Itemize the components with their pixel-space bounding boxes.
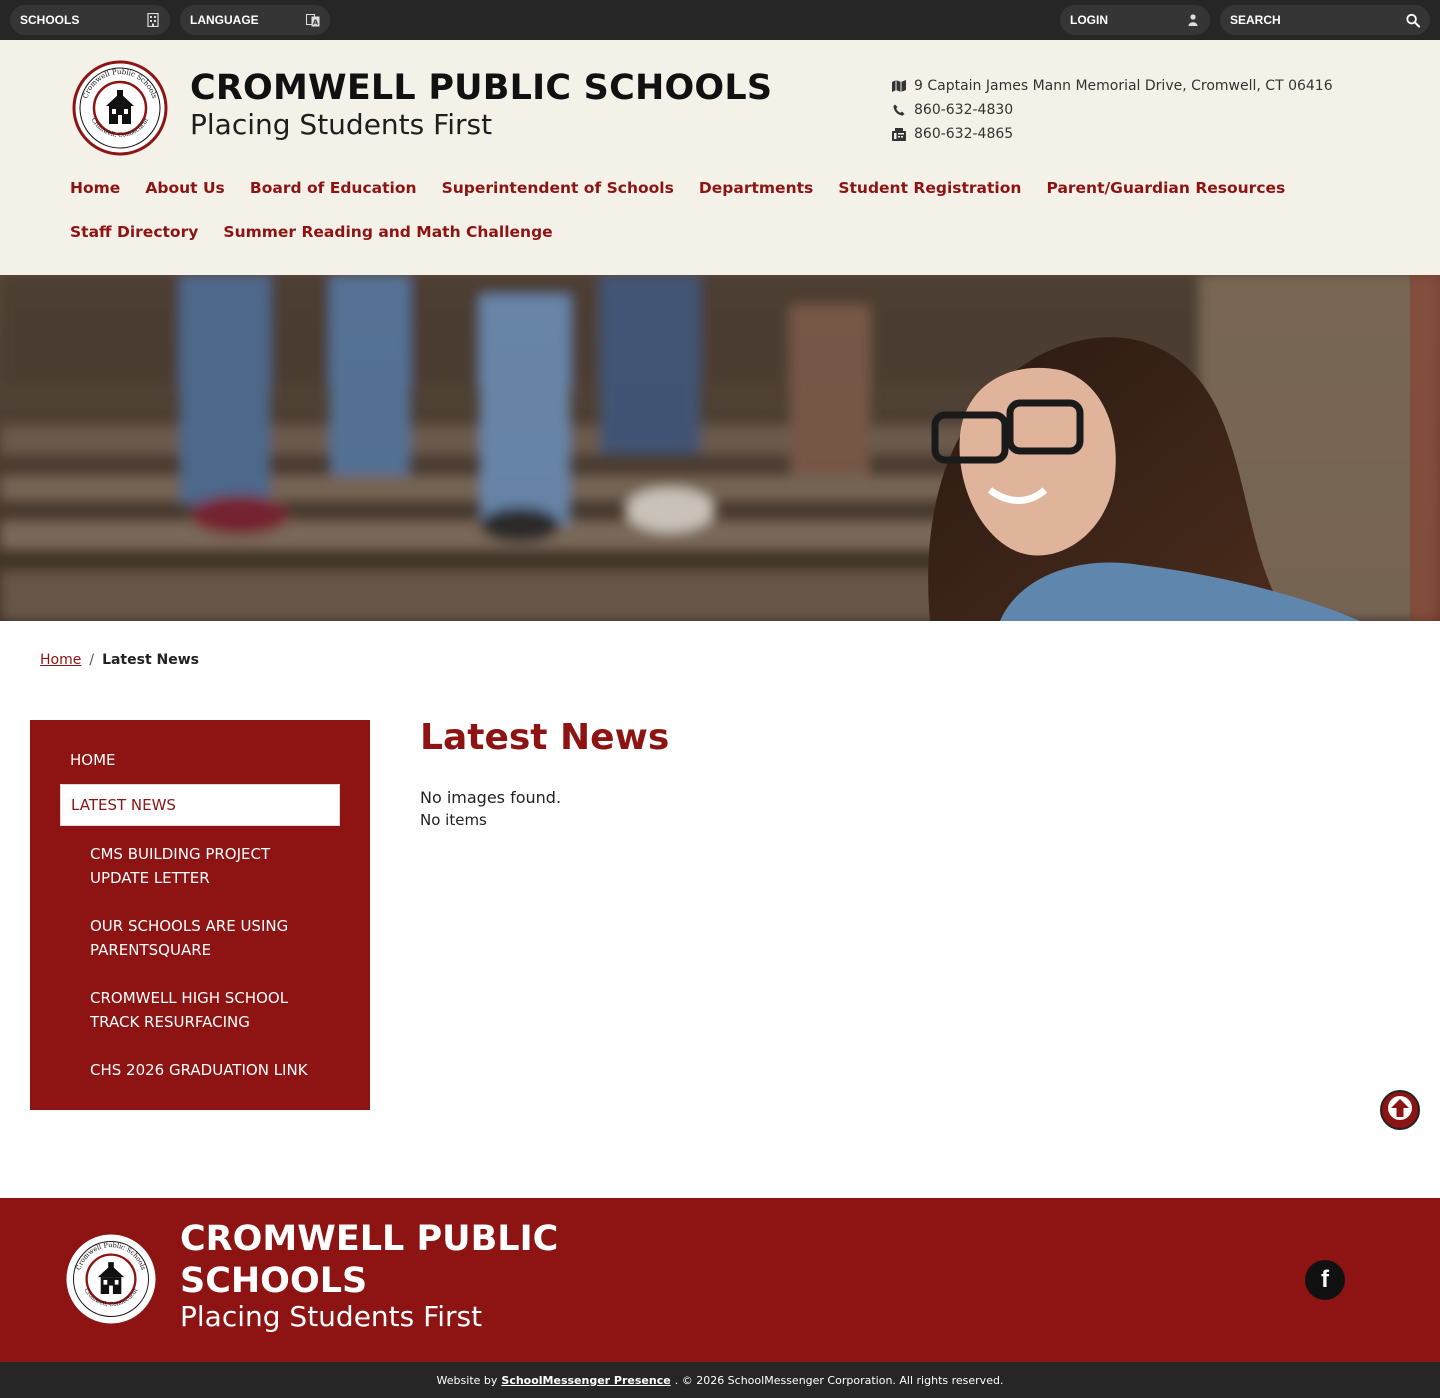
sidebar-item-latest-news[interactable]: LATEST NEWS [60,784,340,826]
nav-staff-directory[interactable]: Staff Directory [60,210,208,254]
map-icon [890,80,908,92]
nav-parent-guardian-resources[interactable]: Parent/Guardian Resources [1037,166,1296,210]
phone-icon [890,104,908,116]
facebook-icon[interactable]: f [1305,1260,1345,1300]
arrow-up-icon [1387,1095,1413,1125]
nav-superintendent[interactable]: Superintendent of Schools [432,166,684,210]
fax-row: 860-632-4865 [890,122,1333,146]
site-footer: Cromwell Public Schools Cromwell, Connec… [0,1198,1440,1362]
sidebar-subitem-parentsquare[interactable]: OUR SCHOOLS ARE USING PARENTSQUARE [60,902,340,974]
breadcrumb: Home / Latest News [40,652,199,668]
credits-suffix: . © 2026 SchoolMessenger Corporation. Al… [674,1373,1004,1387]
site-header: Cromwell Public Schools Cromwell, Connec… [0,40,1440,275]
breadcrumb-home-link[interactable]: Home [40,652,81,668]
breadcrumb-current: Latest News [102,652,199,668]
sidebar-subitem-cms-building[interactable]: CMS BUILDING PROJECT UPDATE LETTER [60,830,340,902]
footer-logo[interactable]: Cromwell Public Schools Cromwell, Connec… [66,1234,156,1324]
credits-bar: Website by SchoolMessenger Presence . © … [0,1362,1440,1398]
hero-image [0,275,1440,621]
main-navigation: Home About Us Board of Education Superin… [60,166,1390,254]
svg-text:A: A [313,18,319,26]
credits-prefix: Website by [436,1373,498,1387]
schoolmessenger-link[interactable]: SchoolMessenger Presence [501,1374,670,1387]
sidebar-subitem-graduation-link[interactable]: CHS 2026 GRADUATION LINK [60,1046,340,1094]
utility-bar: SCHOOLS LANGUAGE A LOGIN SEARCH [0,0,1440,40]
phone-row: 860-632-4830 [890,98,1333,122]
nav-home[interactable]: Home [60,166,130,210]
login-button[interactable]: LOGIN [1060,5,1210,35]
language-label: LANGUAGE [190,13,259,27]
nav-student-registration[interactable]: Student Registration [828,166,1031,210]
fax-icon [890,127,908,141]
nav-about-us[interactable]: About Us [135,166,234,210]
breadcrumb-separator: / [89,652,95,668]
page-title: Latest News [420,717,670,758]
sidebar-subitem-track-resurfacing[interactable]: CROMWELL HIGH SCHOOL TRACK RESURFACING [60,974,340,1046]
no-images-message: No images found. [420,788,562,807]
site-title: CROMWELL PUBLIC SCHOOLS [190,68,773,108]
user-icon [1186,13,1200,27]
search-label: SEARCH [1230,13,1281,27]
schools-label: SCHOOLS [20,13,80,27]
building-icon [146,13,160,27]
site-tagline: Placing Students First [190,108,493,141]
district-logo[interactable]: Cromwell Public Schools Cromwell, Connec… [72,60,168,156]
main-content: Latest News No images found. No items [420,716,1380,829]
language-dropdown[interactable]: LANGUAGE A [180,5,330,35]
footer-title: CROMWELL PUBLIC SCHOOLS [180,1219,559,1301]
fax-text: 860-632-4865 [914,126,1014,142]
translate-icon: A [306,13,320,27]
nav-departments[interactable]: Departments [689,166,823,210]
address-text: 9 Captain James Mann Memorial Drive, Cro… [914,78,1333,94]
section-sidebar: HOME LATEST NEWS CMS BUILDING PROJECT UP… [30,720,370,1110]
search-box[interactable]: SEARCH [1220,5,1430,35]
no-items-message: No items [420,811,487,829]
address-row: 9 Captain James Mann Memorial Drive, Cro… [890,74,1333,98]
footer-tagline: Placing Students First [180,1300,483,1333]
back-to-top-button[interactable] [1380,1090,1420,1130]
search-icon[interactable] [1406,13,1420,28]
nav-board-of-education[interactable]: Board of Education [240,166,427,210]
login-label: LOGIN [1070,13,1108,27]
phone-text[interactable]: 860-632-4830 [914,102,1013,118]
sidebar-item-home[interactable]: HOME [60,740,340,780]
nav-summer-reading[interactable]: Summer Reading and Math Challenge [213,210,562,254]
contact-info: 9 Captain James Mann Memorial Drive, Cro… [890,74,1333,146]
schools-dropdown[interactable]: SCHOOLS [10,5,170,35]
